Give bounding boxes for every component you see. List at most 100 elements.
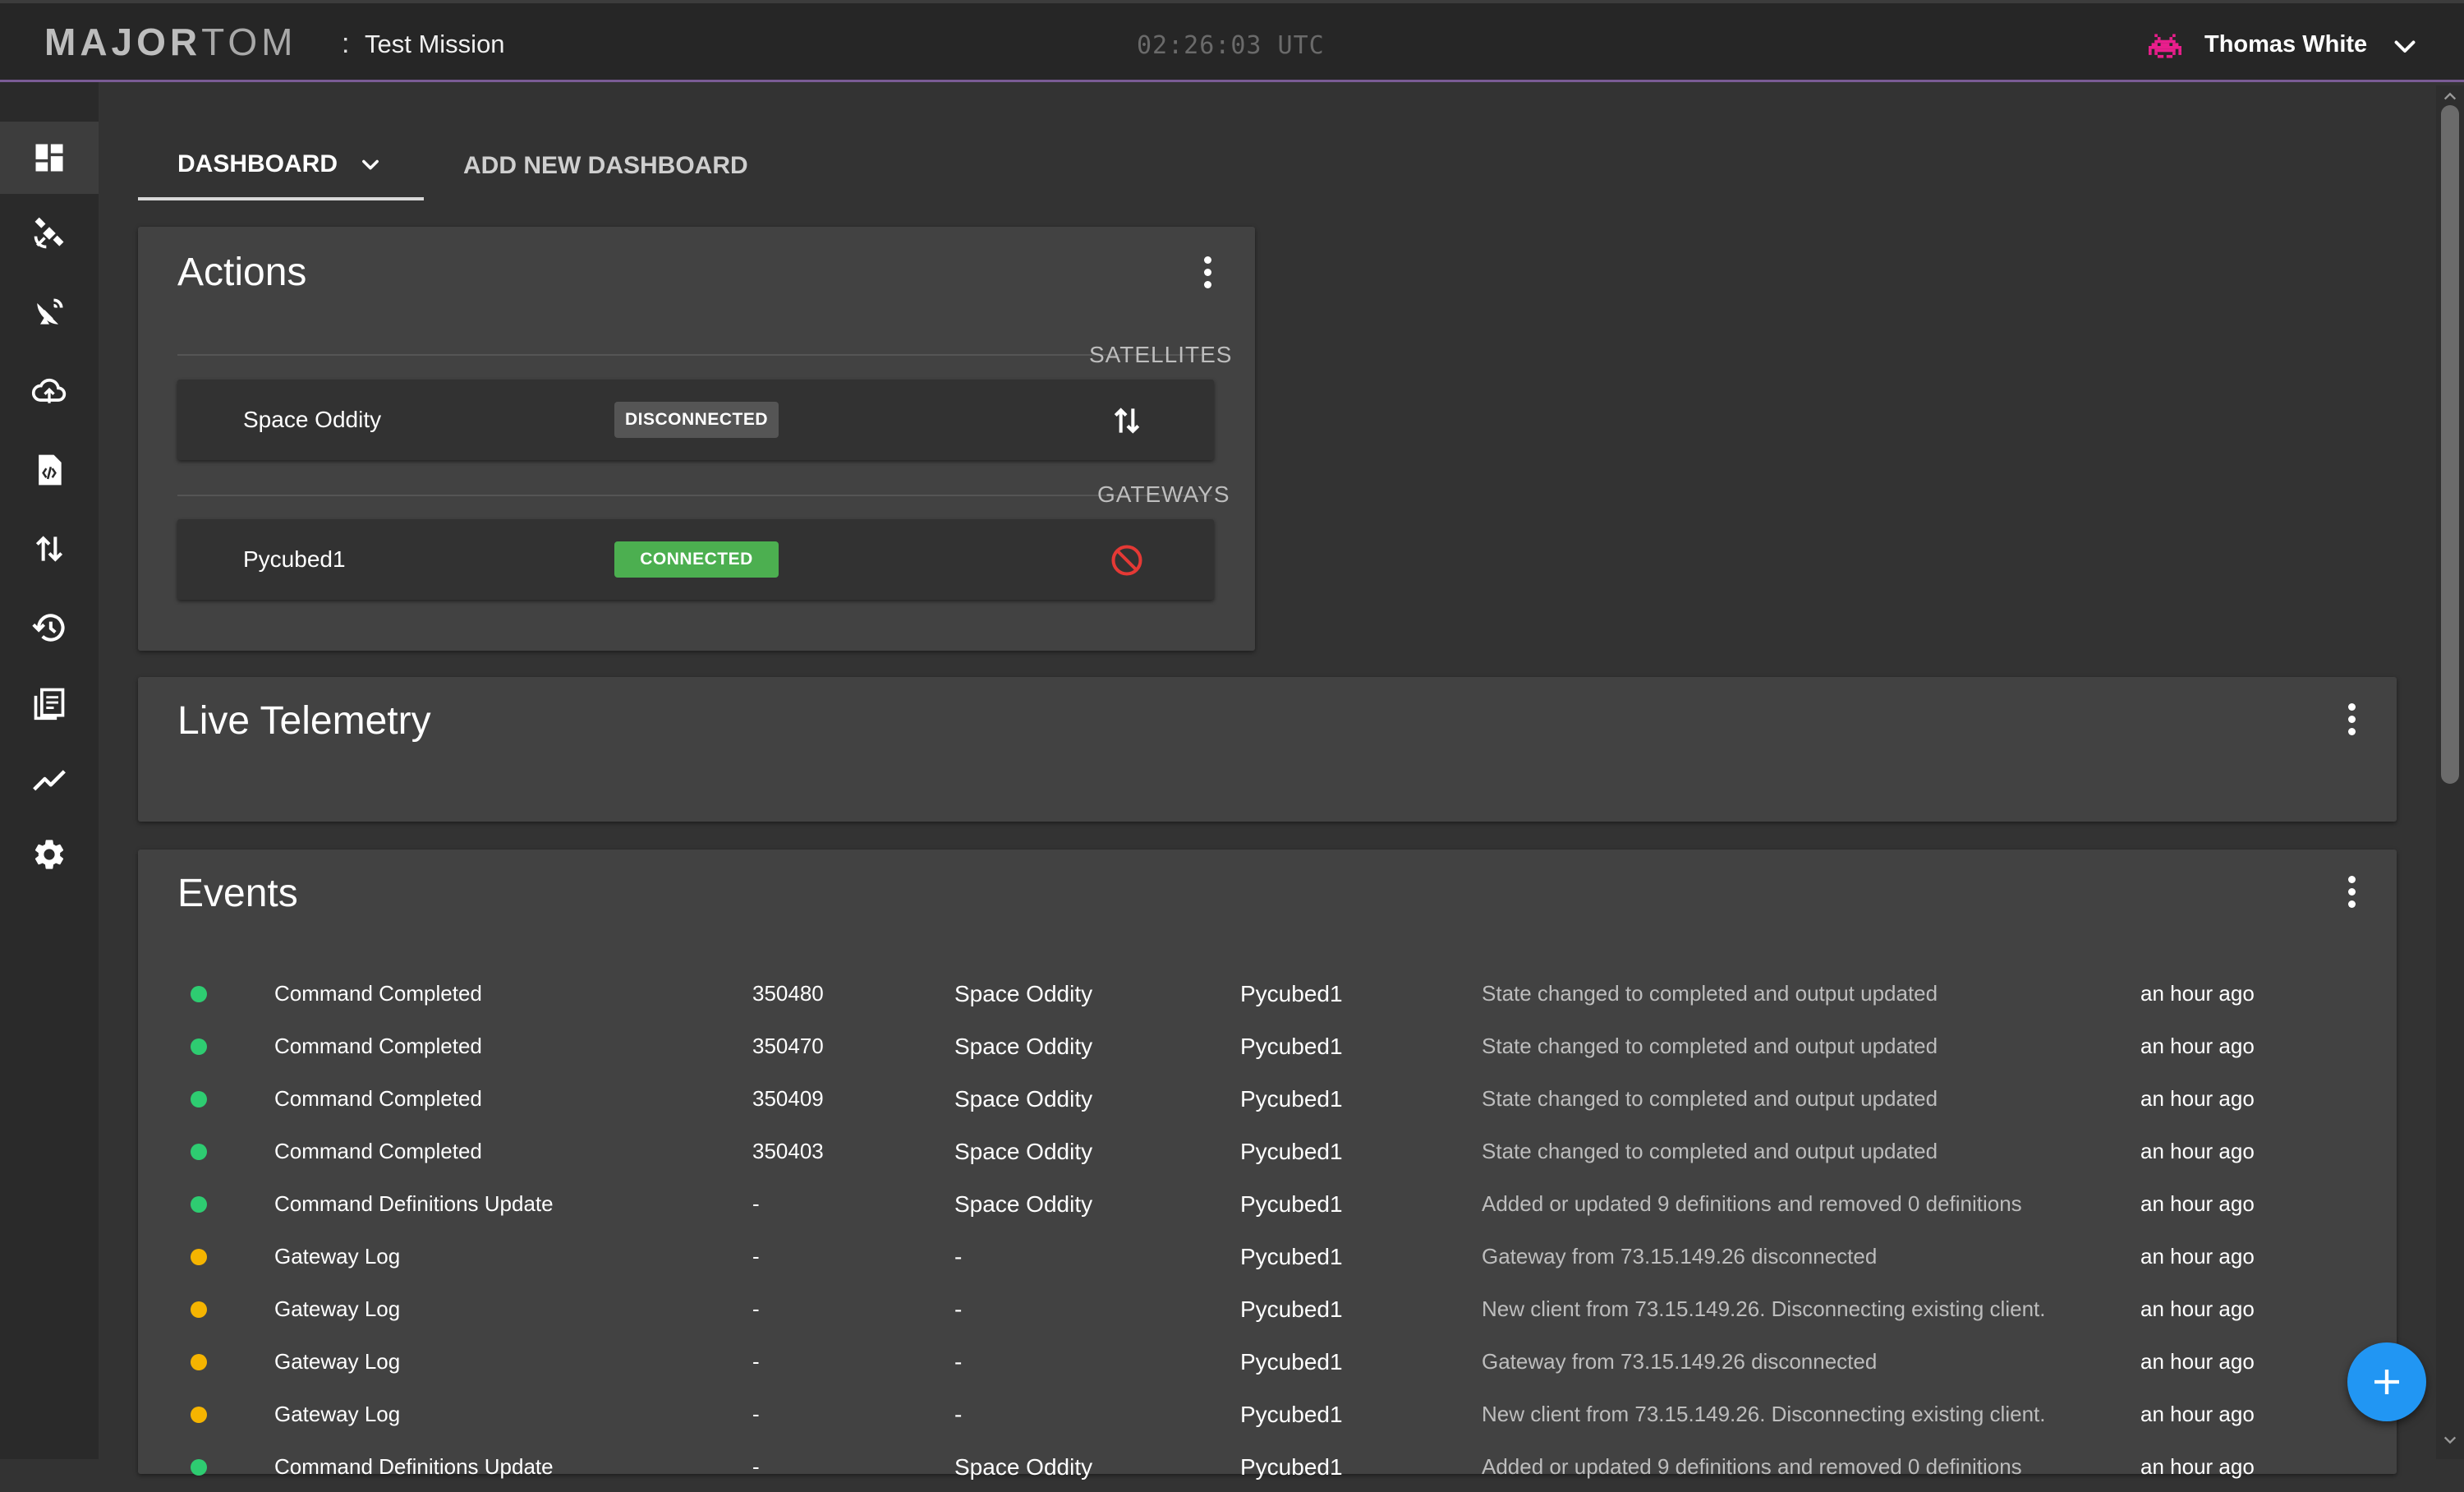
event-message: Added or updated 9 definitions and remov… xyxy=(1482,1191,2022,1216)
scroll-down-arrow-icon[interactable] xyxy=(2441,1433,2459,1448)
event-id: 350480 xyxy=(752,981,824,1006)
table-row[interactable]: Gateway Log - - Pycubed1 New client from 73.… xyxy=(138,1282,2400,1334)
event-id: - xyxy=(752,1191,760,1216)
status-dot xyxy=(191,1196,207,1213)
event-message: Added or updated 9 definitions and remov… xyxy=(1482,1454,2022,1479)
event-gateway: Pycubed1 xyxy=(1240,1244,1343,1269)
sidebar-item-scripts[interactable] xyxy=(0,434,99,506)
live-telemetry-title: Live Telemetry xyxy=(177,699,431,743)
actions-title: Actions xyxy=(177,251,307,294)
event-system: Space Oddity xyxy=(954,1139,1093,1164)
status-dot xyxy=(191,1249,207,1265)
event-message: New client from 73.15.149.26. Disconnect… xyxy=(1482,1402,2046,1426)
up-down-arrows-icon[interactable] xyxy=(1109,403,1145,439)
satellite-dish-icon xyxy=(37,298,63,325)
sidebar-item-dashboard[interactable] xyxy=(0,122,99,194)
space-invader-icon[interactable] xyxy=(2149,30,2181,62)
event-id: - xyxy=(752,1296,760,1321)
sidebar-item-cloud[interactable] xyxy=(0,355,99,427)
tab-dashboard-label: DASHBOARD xyxy=(177,150,338,177)
chevron-down-icon[interactable] xyxy=(359,153,382,176)
chevron-down-icon[interactable] xyxy=(2388,31,2421,61)
event-system: - xyxy=(954,1402,963,1427)
event-system: Space Oddity xyxy=(954,1191,1093,1217)
event-time: an hour ago xyxy=(2140,1244,2255,1269)
event-time: an hour ago xyxy=(2140,1034,2255,1058)
event-gateway: Pycubed1 xyxy=(1240,1034,1343,1059)
event-message: Gateway from 73.15.149.26 disconnected xyxy=(1482,1244,1878,1269)
plus-icon xyxy=(2374,1370,2399,1394)
sidebar-item-reports[interactable] xyxy=(0,667,99,739)
gateways-divider xyxy=(177,495,1212,496)
event-gateway: Pycubed1 xyxy=(1240,1454,1343,1480)
table-row[interactable]: Command Completed 350403 Space Oddity Pycub… xyxy=(138,1124,2400,1177)
event-gateway: Pycubed1 xyxy=(1240,1402,1343,1427)
table-row[interactable]: Command Completed 350480 Space Oddity Pycub… xyxy=(138,966,2400,1019)
scroll-up-arrow-icon[interactable] xyxy=(2441,89,2459,104)
table-row[interactable]: Command Completed 350409 Space Oddity Pycub… xyxy=(138,1071,2400,1124)
event-id: - xyxy=(752,1402,760,1426)
table-row[interactable]: Command Definitions Update - Space Oddity P… xyxy=(138,1177,2400,1229)
event-gateway: Pycubed1 xyxy=(1240,1349,1343,1375)
event-time: an hour ago xyxy=(2140,1402,2255,1426)
sidebar-item-ground-stations[interactable] xyxy=(0,276,99,348)
satellite-row: Space Oddity DISCONNECTED xyxy=(177,380,1214,460)
event-time: an hour ago xyxy=(2140,981,2255,1006)
event-type: Gateway Log xyxy=(274,1349,401,1374)
sidebar-item-settings[interactable] xyxy=(0,818,99,891)
gateway-name: Pycubed1 xyxy=(243,546,346,572)
event-id: - xyxy=(752,1454,760,1479)
brand-logo[interactable]: MAJORTOM xyxy=(44,20,297,64)
event-gateway: Pycubed1 xyxy=(1240,1086,1343,1112)
event-time: an hour ago xyxy=(2140,1191,2255,1216)
status-dot xyxy=(191,1091,207,1107)
gateways-heading: GATEWAYS xyxy=(1097,481,1230,507)
table-row[interactable]: Gateway Log - - Pycubed1 New client from 73.… xyxy=(138,1387,2400,1439)
event-id: 350409 xyxy=(752,1086,824,1111)
event-message: Gateway from 73.15.149.26 disconnected xyxy=(1482,1349,1878,1374)
code-file-icon xyxy=(39,454,62,486)
event-gateway: Pycubed1 xyxy=(1240,981,1343,1006)
event-id: - xyxy=(752,1244,760,1269)
satellites-heading: SATELLITES xyxy=(1089,342,1233,367)
add-button[interactable] xyxy=(2347,1342,2426,1421)
mission-name[interactable]: Test Mission xyxy=(365,30,505,59)
event-time: an hour ago xyxy=(2140,1086,2255,1111)
scrollbar-thumb[interactable] xyxy=(2441,105,2459,784)
live-telemetry-menu-icon[interactable] xyxy=(2339,698,2364,739)
status-badge: CONNECTED xyxy=(614,541,779,578)
event-time: an hour ago xyxy=(2140,1139,2255,1163)
table-row[interactable]: Gateway Log - - Pycubed1 Gateway from 73.15.… xyxy=(138,1229,2400,1282)
status-dot xyxy=(191,1038,207,1055)
event-system: - xyxy=(954,1349,963,1375)
actions-menu-icon[interactable] xyxy=(1195,251,1220,292)
event-gateway: Pycubed1 xyxy=(1240,1191,1343,1217)
table-row[interactable]: Gateway Log - - Pycubed1 Gateway from 73.15.… xyxy=(138,1334,2400,1387)
event-type: Gateway Log xyxy=(274,1244,401,1269)
event-message: State changed to completed and output up… xyxy=(1482,1139,1938,1163)
status-dot xyxy=(191,1407,207,1423)
sidebar-item-history[interactable] xyxy=(0,592,99,664)
table-row[interactable]: Command Definitions Update - Space Oddity P… xyxy=(138,1439,2400,1492)
events-menu-icon[interactable] xyxy=(2339,871,2364,912)
history-icon xyxy=(32,614,65,642)
event-system: Space Oddity xyxy=(954,1034,1093,1059)
status-dot xyxy=(191,1354,207,1370)
table-row[interactable]: Command Completed 350470 Space Oddity Pycub… xyxy=(138,1019,2400,1071)
tab-add-new-dashboard[interactable]: ADD NEW DASHBOARD xyxy=(463,131,748,200)
event-message: State changed to completed and output up… xyxy=(1482,1086,1938,1111)
block-icon[interactable] xyxy=(1109,542,1145,578)
sidebar xyxy=(0,82,99,1459)
event-time: an hour ago xyxy=(2140,1349,2255,1374)
status-badge: DISCONNECTED xyxy=(614,402,779,438)
event-system: - xyxy=(954,1296,963,1322)
event-time: an hour ago xyxy=(2140,1296,2255,1321)
user-name[interactable]: Thomas White xyxy=(2204,31,2367,58)
event-gateway: Pycubed1 xyxy=(1240,1296,1343,1322)
gateway-row: Pycubed1 CONNECTED xyxy=(177,519,1214,600)
sidebar-item-commands[interactable] xyxy=(0,513,99,585)
sidebar-item-satellites[interactable] xyxy=(0,197,99,269)
tab-dashboard[interactable]: DASHBOARD xyxy=(138,131,424,200)
event-type: Gateway Log xyxy=(274,1402,401,1426)
sidebar-item-analytics[interactable] xyxy=(0,743,99,815)
